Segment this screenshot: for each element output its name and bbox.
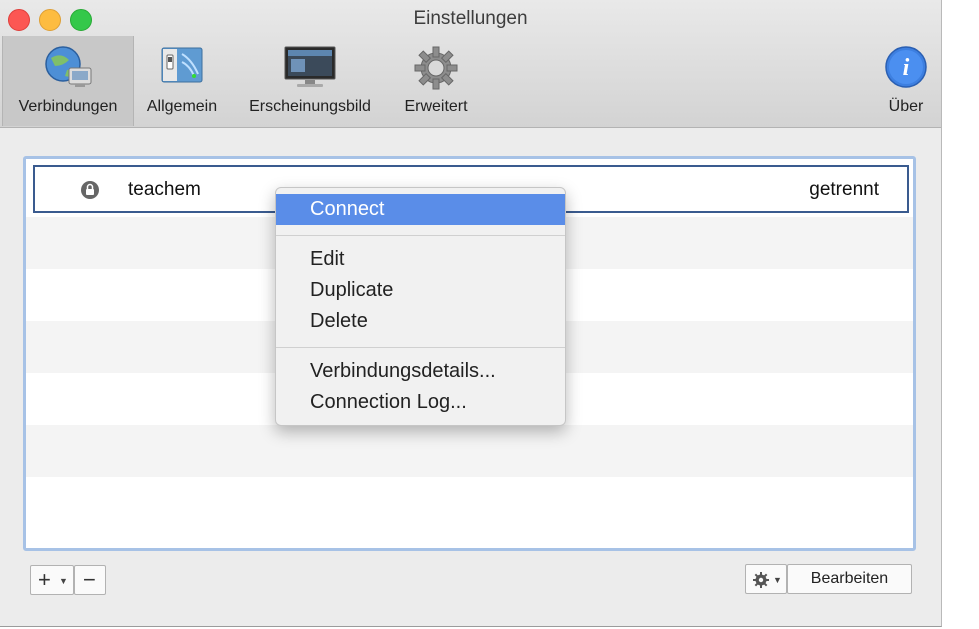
- menu-item-connection-log[interactable]: Connection Log...: [276, 387, 565, 418]
- list-row: [26, 425, 913, 477]
- preferences-window: Einstellungen Verbindungen Allgemein Ers…: [0, 0, 942, 627]
- menu-item-edit[interactable]: Edit: [276, 244, 565, 275]
- list-row: [26, 477, 913, 529]
- tab-label: Verbindungen: [18, 98, 118, 115]
- connection-name: teachem: [128, 179, 201, 200]
- tab-label: Erscheinungsbild: [249, 98, 371, 115]
- network-globe-icon: [41, 44, 95, 97]
- plus-icon: +: [38, 567, 51, 592]
- tab-label: Erweitert: [404, 98, 468, 115]
- tab-erweitert[interactable]: Erweitert: [394, 36, 478, 126]
- menu-item-duplicate[interactable]: Duplicate: [276, 275, 565, 306]
- chevron-down-icon: ▼: [59, 576, 68, 586]
- window-title: Einstellungen: [413, 8, 528, 29]
- context-menu: Connect Edit Duplicate Delete Verbindung…: [275, 187, 566, 426]
- svg-text:i: i: [903, 55, 910, 81]
- general-switch-icon: [158, 44, 206, 93]
- tab-label: Über: [888, 98, 924, 115]
- menu-separator: [276, 235, 565, 236]
- add-connection-button[interactable]: + ▼: [30, 565, 74, 595]
- title-bar: Einstellungen Verbindungen Allgemein Ers…: [0, 0, 941, 128]
- tab-ueber[interactable]: i Über: [878, 36, 934, 126]
- gear-icon: [752, 571, 770, 594]
- remove-connection-button[interactable]: −: [74, 565, 106, 595]
- info-icon: i: [883, 44, 929, 95]
- tab-erscheinungsbild[interactable]: Erscheinungsbild: [234, 36, 386, 126]
- edit-button[interactable]: Bearbeiten: [787, 564, 912, 594]
- lock-icon: [81, 181, 99, 199]
- connection-status: getrennt: [809, 179, 879, 200]
- action-menu-button[interactable]: ▼: [745, 564, 787, 594]
- menu-separator: [276, 347, 565, 348]
- chevron-down-icon: ▼: [773, 575, 782, 585]
- monitor-icon: [281, 44, 339, 95]
- menu-item-delete[interactable]: Delete: [276, 306, 565, 337]
- gear-icon: [412, 44, 460, 97]
- menu-item-connection-details[interactable]: Verbindungsdetails...: [276, 356, 565, 387]
- tab-allgemein[interactable]: Allgemein: [138, 36, 226, 126]
- menu-item-connect[interactable]: Connect: [276, 194, 565, 225]
- minus-icon: −: [83, 567, 96, 592]
- tab-label: Allgemein: [146, 98, 218, 115]
- tab-verbindungen[interactable]: Verbindungen: [2, 36, 134, 126]
